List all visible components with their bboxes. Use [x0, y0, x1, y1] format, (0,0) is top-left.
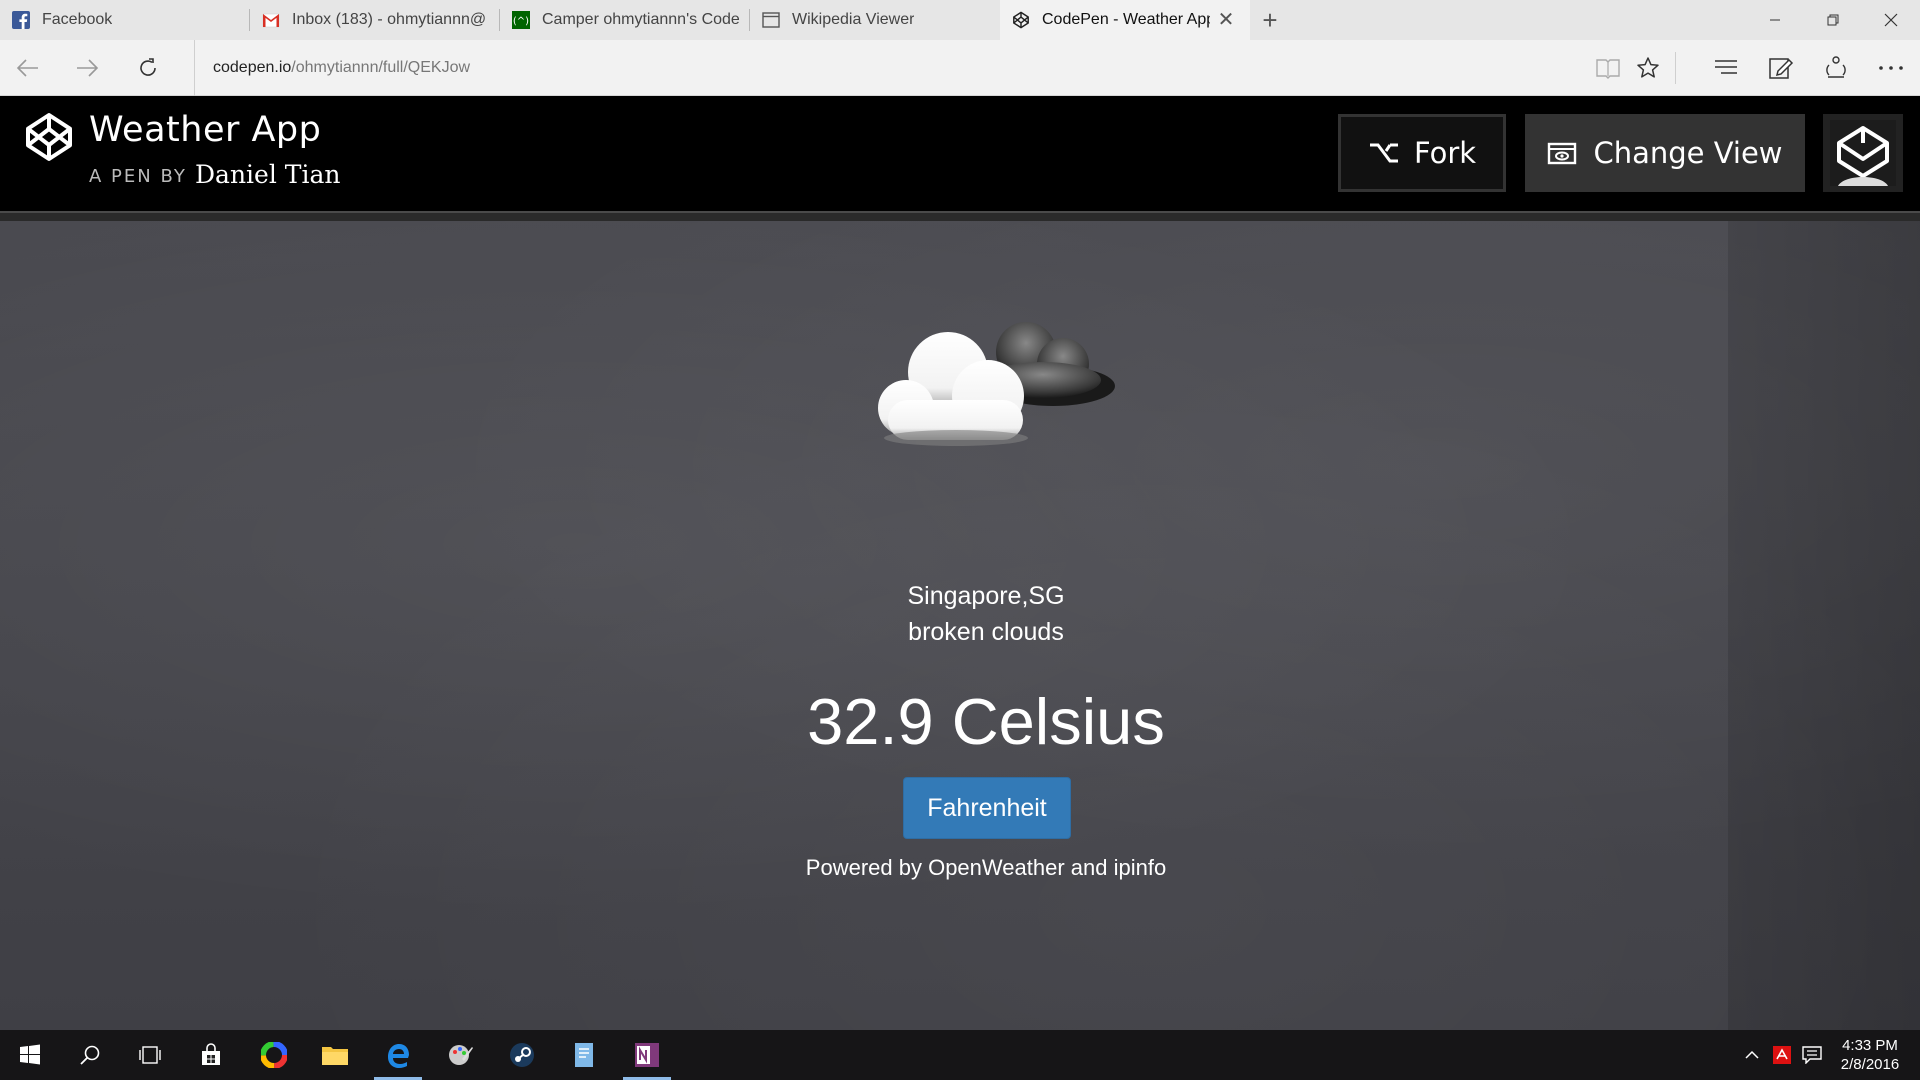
task-view-icon	[139, 1046, 161, 1064]
codepen-header: Weather App A PEN BY Daniel Tian Fork Ch…	[0, 96, 1920, 211]
folder-icon	[322, 1047, 348, 1065]
paint-palette-icon	[449, 1045, 473, 1065]
web-note-icon	[1769, 58, 1794, 79]
forward-arrow-icon	[77, 59, 99, 77]
hub-button[interactable]	[1710, 52, 1742, 84]
store-icon	[202, 1043, 220, 1065]
taskbar-clock[interactable]: 4:33 PM 2/8/2016	[1830, 1036, 1910, 1074]
powered-by-text: Powered by OpenWeather and ipinfo	[805, 855, 1167, 880]
unit-toggle-button[interactable]: Fahrenheit	[903, 777, 1071, 839]
notification-icon	[1802, 1046, 1822, 1064]
weather-description: broken clouds	[908, 618, 1064, 646]
reading-view-button[interactable]	[1592, 52, 1624, 84]
tab-codepen-weather[interactable]: CodePen - Weather App ✕	[1000, 0, 1250, 40]
fork-icon	[1369, 143, 1398, 163]
pen-author-link[interactable]: Daniel Tian	[195, 160, 340, 189]
tab-title: Facebook	[42, 11, 113, 28]
page-icon	[762, 11, 780, 29]
url-path: /ohmytiannn/full/QEKJow	[291, 59, 471, 76]
onenote-icon	[635, 1043, 659, 1067]
back-arrow-icon	[16, 59, 38, 77]
tab-title: CodePen - Weather App	[1042, 11, 1210, 28]
search-icon	[80, 1045, 100, 1065]
tab-strip: Facebook Inbox (183) - ohmytiannn@ (^) C…	[0, 0, 1920, 40]
tray-expand-button[interactable]	[1738, 1030, 1766, 1080]
taskbar-edge[interactable]	[370, 1030, 426, 1080]
fork-label: Fork	[1413, 136, 1477, 170]
view-icon	[1548, 142, 1577, 165]
web-note-button[interactable]	[1765, 52, 1797, 84]
minimize-button[interactable]	[1746, 0, 1804, 40]
tab-freecodecamp[interactable]: (^) Camper ohmytiannn's Code	[500, 0, 750, 40]
hub-icon	[1715, 60, 1737, 74]
temperature-readout: 32.9 Celsius	[807, 685, 1165, 758]
color-wheel-icon	[261, 1042, 287, 1068]
tab-title: Camper ohmytiannn's Code	[542, 11, 740, 28]
close-tab-icon[interactable]: ✕	[1216, 10, 1236, 30]
edge-icon	[388, 1044, 409, 1068]
back-button[interactable]	[12, 52, 44, 84]
search-button[interactable]	[62, 1030, 118, 1080]
broken-clouds-icon	[838, 304, 1148, 474]
chevron-up-icon	[1745, 1050, 1759, 1059]
document-app-icon	[575, 1043, 593, 1067]
svg-text:(^): (^)	[513, 16, 529, 27]
share-button[interactable]	[1820, 52, 1852, 84]
more-button[interactable]	[1875, 52, 1907, 84]
taskbar-onenote[interactable]	[619, 1030, 675, 1080]
forward-button[interactable]	[71, 52, 103, 84]
tray-app[interactable]	[1768, 1030, 1796, 1080]
board-shadow	[1728, 221, 1920, 1030]
fork-button[interactable]: Fork	[1338, 114, 1506, 192]
refresh-button[interactable]	[132, 52, 164, 84]
user-avatar[interactable]	[1823, 114, 1903, 192]
taskbar-file-explorer[interactable]	[307, 1030, 363, 1080]
avatar-codepen-icon	[1830, 120, 1896, 186]
url-host: codepen.io	[213, 59, 292, 76]
tab-facebook[interactable]: Facebook	[0, 0, 250, 40]
facebook-icon	[12, 11, 30, 29]
toolbar-separator	[1675, 52, 1676, 84]
codepen-icon	[1012, 11, 1030, 29]
taskbar: 4:33 PM 2/8/2016	[0, 1030, 1920, 1080]
action-center-button[interactable]	[1798, 1030, 1826, 1080]
address-bar: codepen.io/ohmytiannn/full/QEKJow	[0, 40, 1920, 96]
taskbar-color-app[interactable]	[246, 1030, 302, 1080]
tab-title: Wikipedia Viewer	[792, 11, 915, 28]
window-controls	[1746, 0, 1920, 40]
windows-logo-icon	[20, 1044, 40, 1065]
close-window-button[interactable]	[1862, 0, 1920, 40]
tab-wikipedia-viewer[interactable]: Wikipedia Viewer	[750, 0, 1000, 40]
header-divider	[0, 211, 1920, 221]
taskbar-app[interactable]	[556, 1030, 612, 1080]
start-button[interactable]	[2, 1030, 58, 1080]
pen-by-label: A PEN BY	[89, 166, 187, 187]
pen-title: Weather App	[89, 110, 322, 150]
book-icon	[1596, 59, 1620, 79]
freecodecamp-icon: (^)	[512, 11, 530, 29]
taskbar-paint-app[interactable]	[432, 1030, 488, 1080]
restore-button[interactable]	[1804, 0, 1862, 40]
new-tab-button[interactable]: +	[1250, 0, 1290, 40]
codepen-logo-icon[interactable]	[24, 112, 74, 162]
favorite-button[interactable]	[1632, 52, 1664, 84]
share-icon	[1826, 56, 1846, 78]
star-icon	[1637, 57, 1659, 78]
more-dots-icon	[1879, 66, 1903, 70]
gmail-icon	[262, 11, 280, 29]
url-field[interactable]: codepen.io/ohmytiannn/full/QEKJow	[194, 40, 470, 96]
taskbar-steam[interactable]	[494, 1030, 550, 1080]
tab-title: Inbox (183) - ohmytiannn@	[292, 11, 487, 28]
antivirus-icon	[1773, 1046, 1791, 1064]
refresh-icon	[140, 58, 156, 76]
change-view-label: Change View	[1593, 136, 1783, 170]
location-text: Singapore,SG	[907, 582, 1065, 610]
clock-date: 2/8/2016	[1840, 1056, 1900, 1073]
clock-time: 4:33 PM	[1842, 1037, 1898, 1054]
task-view-button[interactable]	[122, 1030, 178, 1080]
steam-icon	[510, 1043, 534, 1067]
tab-gmail[interactable]: Inbox (183) - ohmytiannn@	[250, 0, 500, 40]
change-view-button[interactable]: Change View	[1525, 114, 1805, 192]
taskbar-store[interactable]	[183, 1030, 239, 1080]
